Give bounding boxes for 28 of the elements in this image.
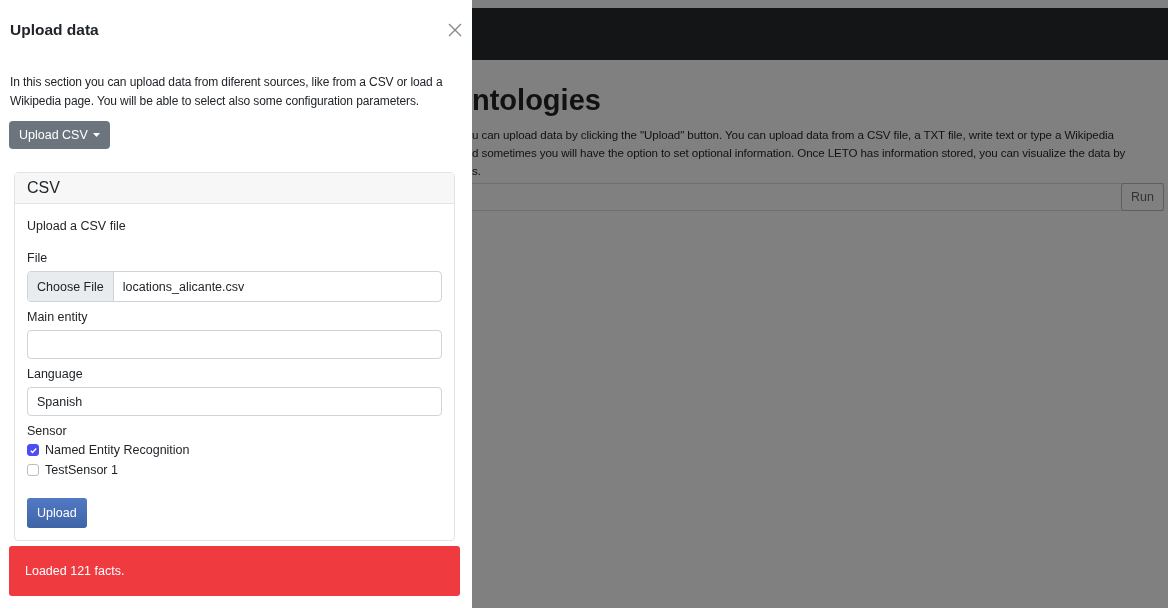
field-label: Sensor <box>27 424 68 438</box>
checkbox-label: Named Entity Recognition <box>45 443 190 457</box>
paragraph-line: s. <box>472 163 482 179</box>
close-icon[interactable] <box>448 23 462 37</box>
file-input[interactable]: Choose File locations_alicante.csv <box>27 271 442 302</box>
field-label: Language <box>27 367 84 381</box>
field-label: File <box>27 251 49 265</box>
panel-title: Upload data <box>10 21 99 39</box>
run-button[interactable]: Run <box>1121 183 1164 211</box>
page-heading: ntologies <box>472 83 602 118</box>
upload-dropdown-button[interactable]: Upload CSV <box>9 121 110 149</box>
checkbox-label: TestSensor 1 <box>45 463 118 477</box>
choose-file-button[interactable]: Choose File <box>28 272 114 301</box>
card-subtitle: Upload a CSV file <box>27 219 127 233</box>
file-name: locations_alicante.csv <box>121 278 245 296</box>
alert-message: Loaded 121 facts. <box>9 546 460 596</box>
paragraph-line: d sometimes you will have the option to set optional information. Once LETO has information stored, you can visualize the data by <box>472 145 1127 161</box>
checkbox[interactable] <box>27 464 39 476</box>
intro-text: In this section you can upload data from diferent sources, like from a CSV or load a Wikipedia page. You will be able to select also some configuration parameters. <box>10 74 444 110</box>
text-field[interactable] <box>27 330 442 359</box>
paragraph-line: u can upload data by clicking the "Upload" button. You can upload data from a CSV file, a TXT file, write text or type a Wikipedia <box>472 127 1115 143</box>
text-field[interactable]: Spanish <box>27 387 442 416</box>
field-label: Main entity <box>27 310 89 324</box>
caret-icon <box>92 133 100 137</box>
checkbox[interactable] <box>27 444 39 456</box>
query-field[interactable]: Run <box>472 183 1164 211</box>
upload-button[interactable]: Upload <box>27 498 87 528</box>
card-header: CSV <box>15 173 454 204</box>
